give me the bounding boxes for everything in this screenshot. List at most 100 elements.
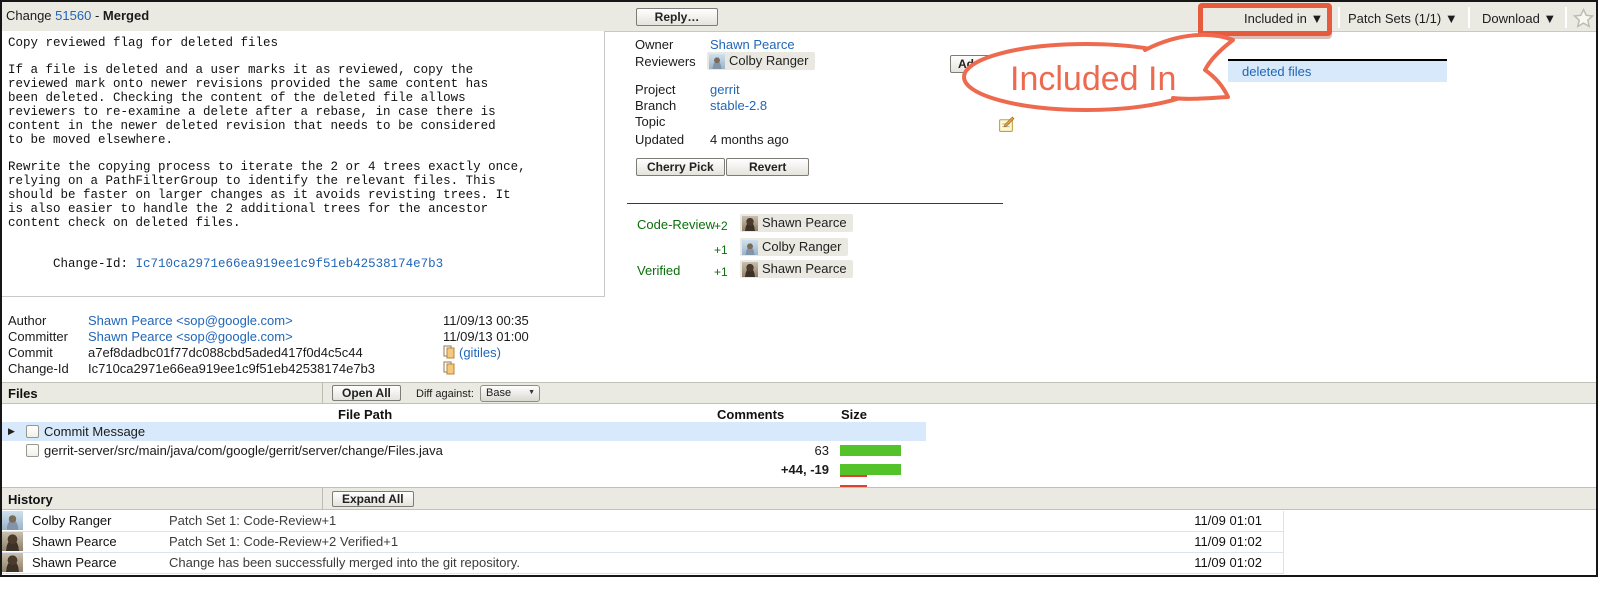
file-select-checkbox[interactable] — [26, 425, 39, 438]
changeid-value: Ic710ca2971e66ea919ee1c9f51eb42538174e7b… — [88, 361, 443, 377]
files-section-title: Files — [8, 386, 38, 401]
history-row[interactable]: Colby Ranger Patch Set 1: Code-Review+1 … — [2, 511, 1283, 532]
annotation-callout-text: Included In — [1010, 60, 1176, 98]
avatar — [2, 532, 23, 551]
title-separator: - — [95, 8, 99, 23]
avatar — [742, 240, 758, 255]
history-author: Shawn Pearce — [32, 532, 162, 552]
project-label: Project — [635, 82, 675, 97]
code-review-label: Code-Review — [637, 217, 715, 232]
vote-score: +2 — [714, 219, 734, 233]
band-divider — [322, 488, 323, 509]
changeid-link[interactable]: Ic710ca2971e66ea919ee1c9f51eb42538174e7b… — [136, 257, 444, 271]
reply-button[interactable]: Reply… — [636, 8, 718, 26]
meta-committer-row: CommitterShawn Pearce <sop@google.com> 11… — [8, 329, 529, 345]
voter-name: Shawn Pearce — [762, 261, 847, 277]
vote-chip: Shawn Pearce — [740, 260, 853, 278]
annotation-callout-bubble: Included In — [955, 20, 1255, 125]
file-select-checkbox[interactable] — [26, 444, 39, 457]
gitiles-link[interactable]: (gitiles) — [459, 345, 501, 360]
insertions-bar — [840, 445, 901, 456]
diff-against-label: Diff against: — [416, 388, 474, 400]
history-band: History Expand All — [2, 487, 1596, 510]
file-path[interactable]: gerrit-server/src/main/java/com/google/g… — [44, 441, 443, 460]
insertions-bar — [840, 464, 901, 475]
diff-against-select[interactable]: Base ▼ — [480, 385, 540, 402]
change-number-link[interactable]: 51560 — [55, 8, 91, 23]
vote-chip: Colby Ranger — [740, 238, 848, 256]
commit-label: Commit — [8, 345, 88, 361]
title-prefix: Change — [6, 8, 52, 23]
gerrit-change-screen: Change 51560 - Merged Reply… Included in… — [0, 0, 1602, 590]
commit-message-body: Rewrite the copying process to iterate t… — [8, 160, 598, 230]
reviewer-chip[interactable]: Colby Ranger — [707, 52, 815, 70]
history-timestamp: 11/09 01:02 — [1194, 553, 1262, 573]
branch-link[interactable]: stable-2.8 — [710, 98, 767, 113]
votes-separator — [627, 203, 1003, 204]
voter-name: Colby Ranger — [762, 239, 842, 255]
history-message: Change has been successfully merged into… — [169, 553, 520, 573]
owner-label: Owner — [635, 37, 673, 52]
history-table: Colby Ranger Patch Set 1: Code-Review+1 … — [2, 511, 1284, 574]
open-all-button[interactable]: Open All — [332, 385, 401, 401]
copy-icon[interactable] — [443, 345, 455, 359]
meta-author-row: AuthorShawn Pearce <sop@google.com> 11/09… — [8, 313, 529, 329]
history-message: Patch Set 1: Code-Review+2 Verified+1 — [169, 532, 398, 552]
avatar — [742, 216, 758, 231]
file-name[interactable]: Commit Message — [44, 422, 145, 441]
star-icon[interactable] — [1573, 8, 1594, 29]
history-timestamp: 11/09 01:01 — [1194, 511, 1262, 531]
history-row[interactable]: Shawn Pearce Patch Set 1: Code-Review+2 … — [2, 532, 1283, 553]
commit-sha: a7ef8dadbc01f77dc088cbd5aded417f0d4c5c44 — [88, 345, 443, 361]
size-bar — [840, 445, 926, 456]
col-comments: Comments — [717, 407, 784, 422]
meta-commit-row: Commita7ef8dadbc01f77dc088cbd5aded417f0d… — [8, 345, 501, 361]
reviewers-label: Reviewers — [635, 54, 696, 69]
comment-count: 63 — [732, 441, 829, 460]
menu-separator — [1468, 7, 1470, 28]
patch-sets-menu[interactable]: Patch Sets (1/1) ▼ — [1348, 11, 1458, 26]
commit-message-box: Copy reviewed flag for deleted files If … — [2, 31, 605, 297]
header-band: Change 51560 - Merged Reply… Included in… — [2, 2, 1596, 32]
verified-label: Verified — [637, 263, 680, 278]
owner-link[interactable]: Shawn Pearce — [710, 37, 795, 52]
col-size: Size — [841, 407, 867, 422]
status-badge: Merged — [103, 8, 149, 23]
meta-changeid-row: Change-IdIc710ca2971e66ea919ee1c9f51eb42… — [8, 361, 459, 377]
vote-chip: Shawn Pearce — [740, 214, 853, 232]
related-change-row[interactable]: deleted files — [1228, 61, 1447, 82]
topic-label: Topic — [635, 114, 665, 129]
author-date: 11/09/13 00:35 — [443, 313, 529, 328]
cherry-pick-button[interactable]: Cherry Pick — [636, 158, 725, 176]
expand-triangle-icon[interactable]: ▶ — [8, 426, 15, 437]
history-row[interactable]: Shawn Pearce Change has been successfull… — [2, 553, 1283, 574]
download-menu[interactable]: Download ▼ — [1482, 11, 1556, 26]
committer-date: 11/09/13 01:00 — [443, 329, 529, 344]
menu-separator — [1565, 7, 1567, 28]
author-email-link[interactable]: Shawn Pearce <sop@google.com> — [88, 313, 293, 328]
committer-email-link[interactable]: Shawn Pearce <sop@google.com> — [88, 329, 293, 344]
vote-score: +1 — [714, 243, 734, 257]
changeid-label: Change-Id: — [53, 257, 136, 271]
totals-label: +44, -19 — [726, 460, 829, 479]
committer-label: Committer — [8, 329, 88, 345]
commit-message-changeid-line: Change-Id: Ic710ca2971e66ea919ee1c9f51eb… — [8, 243, 598, 285]
avatar — [2, 553, 23, 572]
commit-message-body: If a file is deleted and a user marks it… — [8, 63, 598, 147]
updated-value: 4 months ago — [710, 132, 789, 147]
page-title: Change 51560 - Merged — [6, 8, 149, 23]
expand-all-button[interactable]: Expand All — [332, 491, 414, 507]
file-row-commit-message[interactable]: ▶ Commit Message — [2, 422, 926, 441]
file-row[interactable]: gerrit-server/src/main/java/com/google/g… — [2, 441, 926, 460]
voter-name: Shawn Pearce — [762, 215, 847, 231]
project-link[interactable]: gerrit — [710, 82, 740, 97]
vote-score: +1 — [714, 265, 734, 279]
copy-icon[interactable] — [443, 361, 455, 375]
revert-button[interactable]: Revert — [726, 158, 809, 176]
reviewer-name: Colby Ranger — [729, 53, 809, 69]
author-label: Author — [8, 313, 88, 329]
menu-separator — [1338, 7, 1340, 28]
commit-message-title: Copy reviewed flag for deleted files — [8, 36, 598, 50]
changeid-label: Change-Id — [8, 361, 88, 377]
file-totals-row: +44, -19 — [2, 460, 926, 479]
